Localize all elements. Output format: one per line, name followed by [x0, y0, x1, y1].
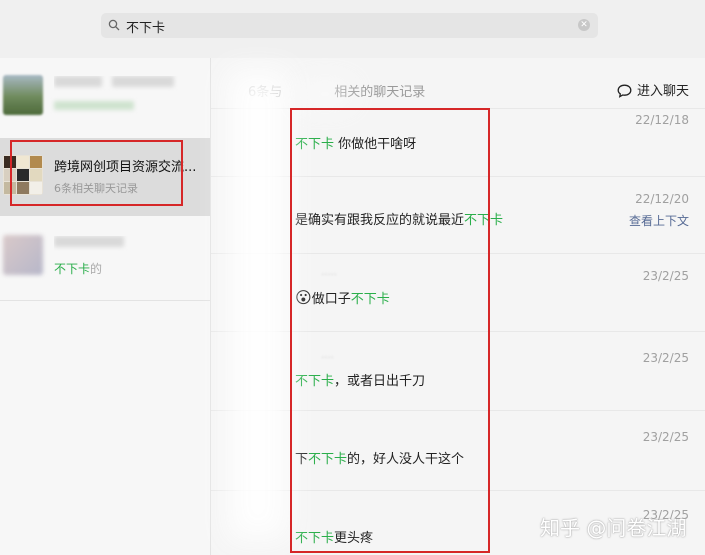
avatar: [3, 235, 43, 275]
conversation-item-blurred-2[interactable]: 不下卡的: [0, 218, 210, 296]
list-divider: [0, 300, 210, 301]
message-result[interactable]: 是确实有跟我反应的就说最近不下卡: [295, 209, 503, 228]
message-result[interactable]: 不下卡 你做他干啥呀: [295, 133, 416, 152]
avatar: [3, 155, 43, 195]
conversation-title-blurred: [54, 76, 208, 91]
avatar: [3, 75, 43, 115]
conversation-item-blurred-1[interactable]: [0, 58, 210, 136]
message-date: 22/12/18: [635, 113, 689, 127]
enter-chat-button[interactable]: 进入聊天: [617, 80, 689, 99]
divider: [211, 331, 705, 332]
divider: [211, 410, 705, 411]
search-icon: [108, 19, 120, 31]
conversation-list: 跨境网创项目资源交流... 6条相关聊天记录 不下卡的: [0, 58, 211, 555]
search-box[interactable]: ✕: [101, 13, 598, 38]
conversation-title: 跨境网创项目资源交流...: [54, 160, 197, 175]
message-date: 22/12/20: [635, 192, 689, 206]
message-date: 23/2/25: [642, 269, 689, 283]
message-result[interactable]: 下不下卡的，好人没人干这个: [295, 448, 464, 467]
search-results-panel: 6条与 相关的聊天记录 进入聊天 22/12/18 不下卡 你做他干啥呀 22/1…: [211, 58, 705, 555]
sender-name-blurred: ····: [321, 353, 334, 364]
top-bar: ✕: [0, 0, 705, 58]
results-count: 6条与 相关的聊天记录: [248, 85, 426, 100]
astonished-face-icon: 😮: [295, 288, 312, 307]
message-date: 23/2/25: [642, 351, 689, 365]
view-context-link[interactable]: 查看上下文: [629, 212, 689, 229]
conversation-title-blurred: [54, 236, 208, 251]
conversation-subtitle: 不下卡的: [54, 262, 103, 276]
conversation-item-cross-border[interactable]: 跨境网创项目资源交流... 6条相关聊天记录: [0, 138, 210, 216]
message-result[interactable]: 😮做口子不下卡: [295, 288, 390, 307]
watermark: 知乎 @问卷江湖: [540, 516, 687, 540]
message-date: 23/2/25: [642, 430, 689, 444]
message-result[interactable]: 不下卡，或者日出千刀: [295, 370, 425, 389]
search-input[interactable]: [124, 15, 568, 38]
group-avatar-icon: [4, 156, 42, 194]
wechat-search-window: ✕: [0, 0, 705, 555]
divider: [211, 176, 705, 177]
conversation-subtitle: 6条相关聊天记录: [54, 182, 138, 195]
message-result[interactable]: 不下卡更头疼: [295, 527, 373, 546]
conversation-subtitle-blurred: [54, 100, 134, 113]
divider: [211, 108, 705, 109]
divider: [211, 253, 705, 254]
close-circle-icon[interactable]: ✕: [578, 19, 590, 31]
chat-bubble-icon: [617, 84, 632, 98]
sender-name-blurred: ·····: [321, 270, 337, 281]
divider: [211, 490, 705, 491]
